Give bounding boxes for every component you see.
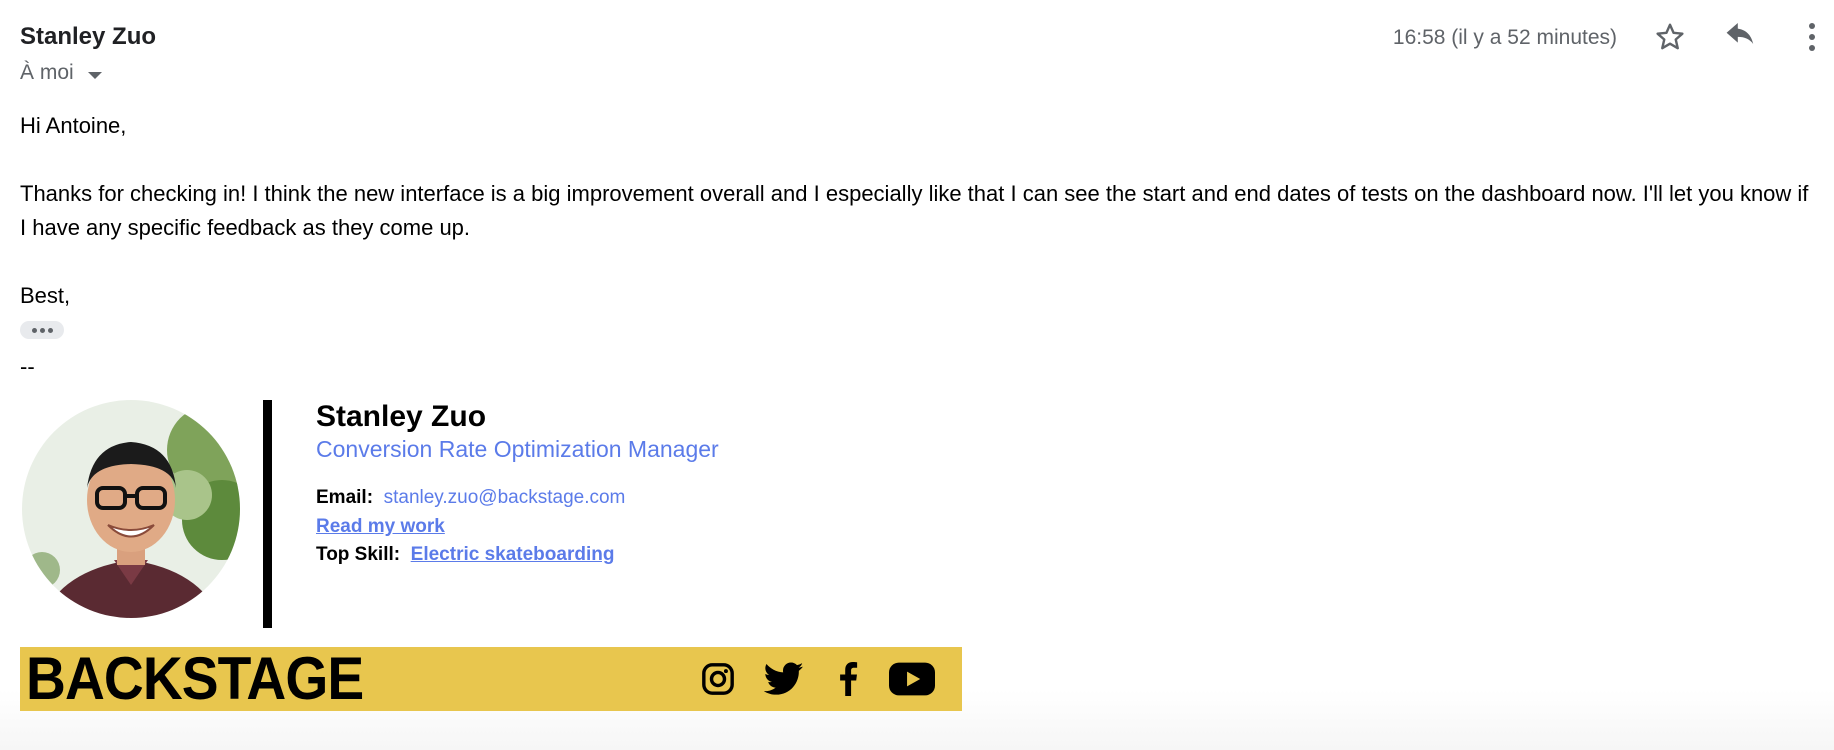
- read-my-work-link[interactable]: Read my work: [316, 516, 445, 537]
- signature-skill-row: Top Skill: Electric skateboarding: [316, 544, 614, 566]
- star-icon[interactable]: [1650, 17, 1690, 57]
- signature-read-row: Read my work: [316, 516, 445, 538]
- sender-name: Stanley Zuo: [20, 23, 157, 50]
- more-vert-icon[interactable]: [1792, 17, 1832, 57]
- facebook-icon[interactable]: [828, 659, 868, 699]
- signature-separator: --: [20, 354, 35, 379]
- brand-banner: BACKSTAGE: [20, 647, 962, 711]
- signature-divider: [263, 400, 272, 628]
- greeting: Hi Antoine,: [20, 113, 127, 138]
- show-trimmed-content-button[interactable]: [20, 321, 64, 339]
- instagram-icon[interactable]: [698, 659, 738, 699]
- signature-email-row: Email: stanley.zuo@backstage.com: [316, 487, 625, 509]
- twitter-icon[interactable]: [764, 659, 804, 699]
- skill-link[interactable]: Electric skateboarding: [411, 544, 615, 565]
- message-timestamp: 16:58 (il y a 52 minutes): [1392, 26, 1617, 49]
- message-body: Hi Antoine, Thanks for checking in! I th…: [20, 109, 1810, 313]
- signature-name: Stanley Zuo: [316, 400, 487, 433]
- avatar: [22, 400, 240, 618]
- email-label: Email:: [316, 487, 374, 508]
- closing: Best,: [20, 283, 71, 308]
- message-paragraph: Thanks for checking in! I think the new …: [20, 181, 1809, 240]
- signature-title: Conversion Rate Optimization Manager: [316, 436, 719, 462]
- youtube-icon[interactable]: [888, 659, 936, 699]
- caret-down-icon[interactable]: [87, 71, 102, 79]
- reply-icon[interactable]: [1722, 17, 1762, 57]
- recipient-dropdown[interactable]: À moi: [20, 61, 102, 85]
- skill-label: Top Skill:: [316, 544, 401, 565]
- brand-logo: BACKSTAGE: [26, 645, 364, 712]
- email-link[interactable]: stanley.zuo@backstage.com: [384, 487, 626, 508]
- recipient-label: À moi: [20, 61, 74, 84]
